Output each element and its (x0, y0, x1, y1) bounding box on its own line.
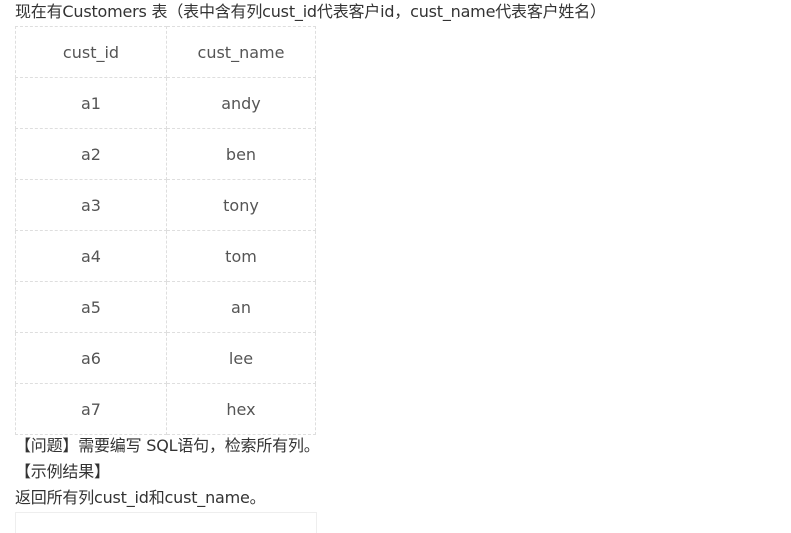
table-row: a6 lee (15, 332, 316, 384)
cell-cust-id: a1 (15, 77, 167, 129)
table-header-row: cust_id cust_name (15, 26, 316, 78)
column-header-cust-id: cust_id (15, 26, 167, 78)
intro-text: 现在有Customers 表（表中含有列cust_id代表客户id，cust_n… (15, 2, 606, 21)
cell-cust-name: tony (166, 179, 316, 231)
table-row: a4 tom (15, 230, 316, 282)
result-table-top-edge (15, 512, 317, 533)
cell-cust-name: an (166, 281, 316, 333)
table-row: a1 andy (15, 77, 316, 129)
question-text: 【问题】需要编写 SQL语句，检索所有列。 (15, 436, 320, 455)
cell-cust-id: a3 (15, 179, 167, 231)
column-header-cust-name: cust_name (166, 26, 316, 78)
cell-cust-name: ben (166, 128, 316, 180)
cell-cust-name: tom (166, 230, 316, 282)
cell-cust-id: a6 (15, 332, 167, 384)
customers-table: cust_id cust_name a1 andy a2 ben a3 tony… (15, 26, 316, 435)
table-row: a2 ben (15, 128, 316, 180)
table-row: a5 an (15, 281, 316, 333)
cell-cust-id: a2 (15, 128, 167, 180)
cell-cust-id: a5 (15, 281, 167, 333)
cell-cust-name: andy (166, 77, 316, 129)
cell-cust-id: a4 (15, 230, 167, 282)
cell-cust-name: lee (166, 332, 316, 384)
cell-cust-name: hex (166, 383, 316, 435)
table-row: a3 tony (15, 179, 316, 231)
cell-cust-id: a7 (15, 383, 167, 435)
example-result-heading: 【示例结果】 (15, 462, 110, 481)
table-row: a7 hex (15, 383, 316, 435)
return-description: 返回所有列cust_id和cust_name。 (15, 488, 266, 507)
